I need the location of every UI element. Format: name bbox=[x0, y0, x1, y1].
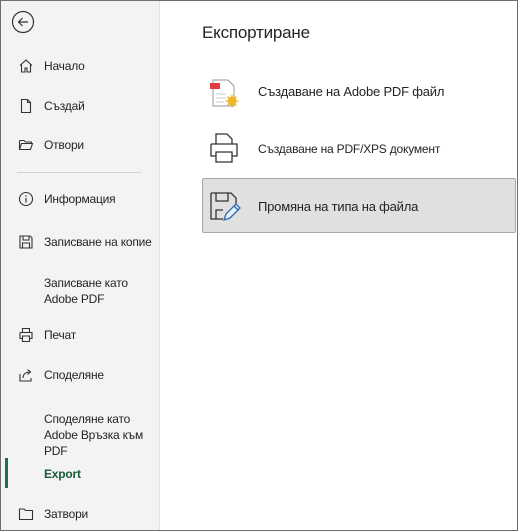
back-arrow-icon bbox=[11, 10, 35, 34]
page-title: Експортиране bbox=[202, 23, 310, 42]
sidebar-item-label: Създай bbox=[44, 99, 85, 113]
folder-open-icon bbox=[17, 136, 35, 154]
close-folder-icon bbox=[17, 505, 35, 523]
printer-pdf-icon bbox=[210, 133, 238, 163]
new-document-icon bbox=[17, 97, 35, 115]
active-indicator bbox=[5, 458, 8, 488]
sidebar-item-label: Записване на копие bbox=[44, 235, 152, 249]
window-frame: Начало Създай Отвори Информация Записван… bbox=[0, 0, 518, 531]
sidebar-item-label: Export bbox=[44, 467, 81, 481]
save-icon bbox=[17, 233, 35, 251]
info-icon bbox=[17, 190, 35, 208]
sidebar-item-label: Споделяне като Adobe Връзка към PDF bbox=[44, 412, 144, 458]
create-pdf-xps-option[interactable]: Създаване на PDF/XPS документ bbox=[202, 120, 516, 175]
backstage-sidebar: Начало Създай Отвори Информация Записван… bbox=[1, 1, 160, 530]
sidebar-item-label: Начало bbox=[44, 59, 85, 73]
printer-icon bbox=[17, 326, 35, 344]
option-label: Създаване на Adobe PDF файл bbox=[258, 84, 445, 99]
sidebar-item-label: Записване като Adobe PDF bbox=[44, 276, 128, 306]
sidebar-divider bbox=[17, 172, 141, 173]
sidebar-item-label: Информация bbox=[44, 192, 116, 206]
sidebar-item-label: Затвори bbox=[44, 507, 89, 521]
adobe-pdf-icon bbox=[210, 79, 239, 108]
export-panel: Експортиране Създаване на Adobe PDF файл… bbox=[161, 1, 517, 530]
change-file-type-option[interactable]: Промяна на типа на файла bbox=[202, 178, 516, 233]
create-adobe-pdf-option[interactable]: Създаване на Adobe PDF файл bbox=[202, 63, 516, 118]
sidebar-item-label: Печат bbox=[44, 328, 77, 342]
home-icon bbox=[17, 57, 35, 75]
back-button[interactable] bbox=[9, 8, 37, 36]
option-label: Създаване на PDF/XPS документ bbox=[258, 141, 441, 156]
sidebar-item-label: Споделяне bbox=[44, 368, 104, 382]
share-icon bbox=[17, 366, 35, 384]
change-file-type-icon bbox=[210, 192, 241, 222]
option-label: Промяна на типа на файла bbox=[258, 199, 419, 214]
sidebar-item-label: Отвори bbox=[44, 138, 84, 152]
